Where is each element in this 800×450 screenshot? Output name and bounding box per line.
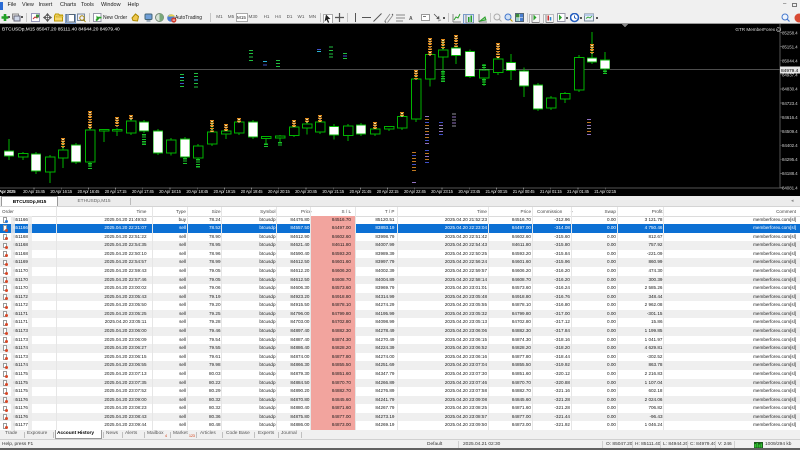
svg-text:GTR MemberForex: GTR MemberForex: [735, 27, 775, 32]
svg-text:84402.4: 84402.4: [782, 143, 798, 148]
svg-text:20 Apr 19:15: 20 Apr 19:15: [214, 189, 237, 194]
svg-text:20 Apr 16:15: 20 Apr 16:15: [50, 189, 73, 194]
svg-text:85258.4: 85258.4: [782, 30, 798, 35]
svg-text:84723.4: 84723.4: [782, 101, 798, 106]
svg-text:20 Apr 19:45: 20 Apr 19:45: [241, 189, 264, 194]
svg-text:84830.4: 84830.4: [782, 87, 798, 92]
svg-text:84979.4: 84979.4: [781, 68, 799, 74]
svg-text:20 Apr 22:15: 20 Apr 22:15: [377, 189, 400, 194]
svg-text:20 Apr 21:45: 20 Apr 21:45: [350, 189, 373, 194]
svg-text:20 Apr 18:15: 20 Apr 18:15: [159, 189, 182, 194]
svg-text:21 Apr 00:15: 21 Apr 00:15: [486, 189, 509, 194]
svg-text:20 Apr 23:45: 20 Apr 23:45: [458, 189, 481, 194]
svg-text:20 Apr 20:45: 20 Apr 20:45: [295, 189, 318, 194]
svg-text:85044.4: 85044.4: [782, 59, 798, 64]
svg-text:84081.4: 84081.4: [782, 185, 798, 190]
svg-text:20 Apr 21:15: 20 Apr 21:15: [322, 189, 345, 194]
svg-text:84616.4: 84616.4: [782, 115, 798, 120]
svg-text:20 Apr 20:15: 20 Apr 20:15: [268, 189, 291, 194]
svg-text:20 Apr 2025: 20 Apr 2025: [0, 189, 16, 194]
svg-text:BTCUSDp,M15 85047.20 85111.40: BTCUSDp,M15 85047.20 85111.40 84944.20 8…: [2, 26, 120, 32]
svg-text:84188.4: 84188.4: [782, 171, 798, 176]
svg-text:20 Apr 17:45: 20 Apr 17:45: [132, 189, 155, 194]
svg-text:85151.4: 85151.4: [782, 44, 798, 49]
svg-text:84295.4: 84295.4: [782, 157, 798, 162]
svg-text:21 Apr 00:45: 21 Apr 00:45: [513, 189, 536, 194]
svg-text:20 Apr 22:45: 20 Apr 22:45: [404, 189, 427, 194]
svg-text:20 Apr 18:45: 20 Apr 18:45: [186, 189, 209, 194]
svg-text:20 Apr 17:15: 20 Apr 17:15: [105, 189, 128, 194]
svg-text:21 Apr 01:45: 21 Apr 01:45: [567, 189, 590, 194]
svg-text:21 Apr 01:15: 21 Apr 01:15: [540, 189, 563, 194]
svg-text:20 Apr 16:45: 20 Apr 16:45: [78, 189, 101, 194]
svg-text:20 Apr 23:15: 20 Apr 23:15: [431, 189, 454, 194]
svg-text:20 Apr 15:45: 20 Apr 15:45: [23, 189, 46, 194]
svg-text:84509.4: 84509.4: [782, 129, 798, 134]
svg-text:21 Apr 02:15: 21 Apr 02:15: [594, 189, 617, 194]
